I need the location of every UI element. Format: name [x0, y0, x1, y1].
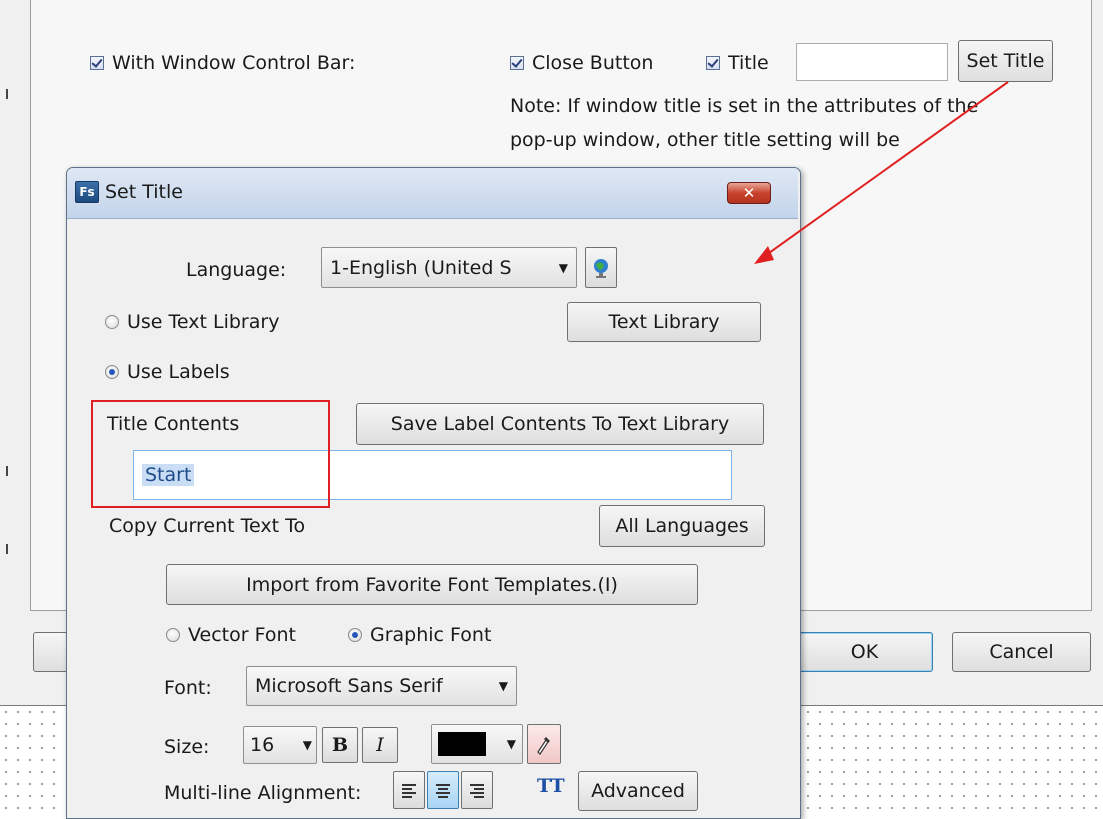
annotation-arrow [754, 81, 1009, 264]
annotation-arrow-line [761, 81, 1009, 259]
annotation-arrow-head [754, 246, 774, 264]
